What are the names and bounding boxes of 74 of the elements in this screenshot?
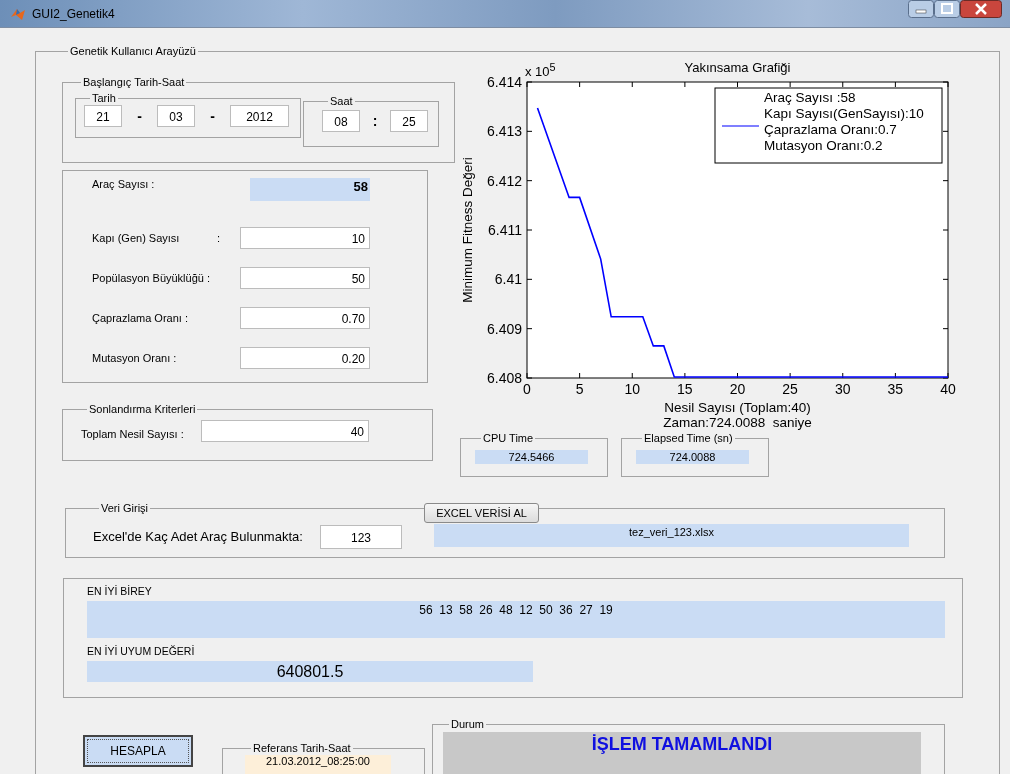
y-axis-label: Minimum Fitness Değeri [460, 157, 475, 303]
parameter-field[interactable]: 10 [240, 227, 370, 249]
x-tick-label: 40 [940, 381, 956, 397]
y-tick-label: 6.411 [488, 222, 522, 238]
excel-import-button[interactable]: EXCEL VERİSİ AL [424, 503, 539, 523]
x-tick-label: 25 [782, 381, 798, 397]
minute-field[interactable]: 25 [390, 110, 428, 132]
legend-line-sample [721, 125, 760, 127]
vehicle-count-field[interactable]: 123 [320, 525, 402, 549]
panel-title: Sonlandırma Kriterleri [88, 403, 197, 416]
x-tick-label: 30 [834, 381, 851, 397]
panel-title: Genetik Kullanıcı Arayüzü [69, 45, 197, 58]
best-individual-label: EN İYİ BİREY [87, 585, 152, 599]
panel-title: Referans Tarih-Saat [252, 742, 352, 755]
axis-multiplier: x 10$^{5}$ [525, 61, 556, 80]
month-field[interactable]: 03 [157, 105, 195, 127]
parameter-label: Mutasyon Oranı : [92, 352, 177, 364]
cpu-time-value: 724.5466 [475, 450, 588, 464]
y-tick-label: 6.41 [494, 271, 522, 288]
x-tick-label: 35 [887, 381, 904, 397]
x-tick-label: 15 [677, 381, 693, 397]
date-separator: - [136, 108, 143, 124]
panel-title: CPU Time [482, 432, 535, 445]
generation-label: Toplam Nesil Sayısı : [81, 428, 185, 440]
y-tick-label: 6.414 [486, 74, 522, 90]
colon-label: : [216, 232, 220, 244]
close-icon[interactable] [960, 0, 1002, 18]
legend-text: Mutasyon Oranı:0.2 [764, 138, 883, 153]
parameter-field[interactable]: 50 [240, 267, 370, 289]
panel-title: Saat [329, 95, 354, 108]
maximize-icon[interactable] [934, 0, 960, 18]
best-fitness-display: 640801.5 [87, 661, 533, 682]
status-message: İŞLEM TAMAMLANDI [443, 732, 921, 774]
time-caption: Zaman:724.0088 saniye [663, 415, 812, 430]
legend-text: Araç Sayısı :58 [764, 90, 856, 105]
calculate-button[interactable]: HESAPLA [83, 735, 193, 767]
panel-title: Veri Girişi [100, 502, 150, 515]
chart-title: Yakınsama Grafiği [684, 60, 791, 75]
generation-field[interactable]: 40 [201, 420, 369, 442]
x-tick-label: 20 [729, 381, 746, 397]
panel-title: Durum [450, 718, 485, 731]
y-tick-label: 6.408 [486, 370, 522, 386]
y-tick-label: 6.413 [486, 123, 522, 140]
file-name-display: tez_veri_123.xlsx [434, 524, 909, 547]
legend-text: Çaprazlama Oranı:0.7 [764, 122, 897, 137]
date-separator: - [209, 108, 216, 124]
y-tick-label: 6.412 [486, 172, 522, 189]
parameter-label: Çaprazlama Oranı : [92, 312, 188, 324]
best-individual-display: 56 13 58 26 48 12 50 36 27 19 [87, 601, 945, 638]
vehicle-count-label: Excel'de Kaç Adet Araç Bulunmakta: [93, 529, 304, 544]
parameter-field[interactable]: 0.20 [240, 347, 370, 369]
parameter-label: Popülasyon Büyüklüğü : [92, 272, 211, 284]
minimize-icon[interactable] [908, 0, 934, 18]
reference-datetime-value: 21.03.2012_08:25:00 [245, 755, 391, 774]
time-separator: : [371, 113, 379, 129]
x-tick-label: 10 [624, 381, 641, 397]
x-tick-label: 0 [523, 381, 531, 397]
window-title: GUI2_Genetik4 [32, 6, 115, 21]
parameter-label: Araç Sayısı : [92, 178, 155, 190]
year-field[interactable]: 2012 [230, 105, 289, 127]
panel-title: Tarih [91, 92, 117, 105]
parameter-field[interactable]: 0.70 [240, 307, 370, 329]
x-tick-label: 5 [575, 381, 584, 397]
panel-title: Elapsed Time (sn) [643, 432, 734, 445]
legend-text: Kapı Sayısı(GenSayısı):10 [764, 106, 924, 121]
hour-field[interactable]: 08 [322, 110, 360, 132]
x-axis-label: Nesil Sayısı (Toplam:40) [664, 400, 811, 415]
panel-title: Başlangıç Tarih-Saat [82, 76, 186, 89]
day-field[interactable]: 21 [84, 105, 122, 127]
parameter-label: Kapı (Gen) Sayısı [92, 232, 180, 244]
best-fitness-label: EN İYİ UYUM DEĞERİ [87, 645, 195, 659]
vehicle-count-display: 58 [250, 178, 370, 201]
elapsed-time-value: 724.0088 [636, 450, 749, 464]
y-tick-label: 6.409 [486, 320, 522, 337]
